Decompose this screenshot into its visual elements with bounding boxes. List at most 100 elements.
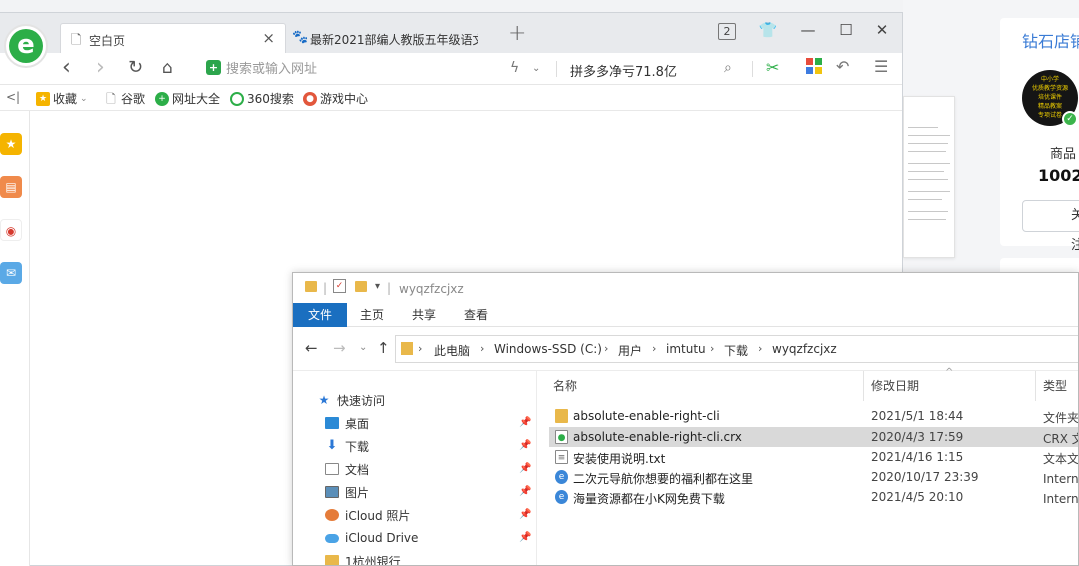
nav-item-icloud-photos[interactable]: iCloud 照片	[325, 504, 410, 526]
file-date: 2021/4/5 20:10	[871, 490, 964, 504]
document-icon	[325, 463, 339, 475]
folder-icon	[401, 342, 413, 355]
address-bar[interactable]: +	[204, 57, 494, 81]
bookmarks-toggle[interactable]: <|	[6, 90, 20, 104]
maximize-button[interactable]: ☐	[836, 21, 856, 39]
column-header-date[interactable]: 修改日期	[871, 377, 919, 394]
shop-goods-count: 10020	[1038, 166, 1079, 185]
lightning-icon[interactable]: ϟ	[510, 60, 519, 76]
paw-icon: 🐾	[292, 30, 309, 45]
table-row[interactable]: ● absolute-enable-right-cli.crx 2020/4/3…	[549, 427, 1078, 447]
recent-locations-button[interactable]: ⌄	[359, 342, 367, 353]
minimize-button[interactable]: —	[798, 21, 818, 39]
internet-shortcut-icon: e	[555, 490, 568, 504]
new-folder-icon[interactable]	[355, 281, 367, 292]
pin-icon[interactable]: 📌	[519, 417, 531, 428]
bookmarks-bar: <| ★ 收藏 ⌄ 🗋 谷歌 + 网址大全 360搜索 ● 游戏中心	[0, 85, 902, 111]
bookmark-url-directory[interactable]: + 网址大全	[155, 90, 220, 107]
home-button[interactable]: ⌂	[162, 56, 173, 80]
nav-item-icloud-drive[interactable]: iCloud Drive	[325, 527, 418, 549]
column-header-type[interactable]: 类型	[1043, 377, 1067, 394]
table-row[interactable]: e 海量资源都在小K网免费下载 2021/4/5 20:10 Internet …	[549, 487, 1078, 507]
table-row[interactable]: ≡ 安装使用说明.txt 2021/4/16 1:15 文本文档	[549, 447, 1079, 467]
address-input[interactable]	[226, 57, 486, 81]
pin-icon[interactable]: 📌	[519, 509, 531, 520]
table-row[interactable]: absolute-enable-right-cli 2021/5/1 18:44…	[549, 406, 1078, 426]
hot-search-text[interactable]: 拼多多净亏71.8亿	[570, 61, 677, 80]
document-thumbnail[interactable]	[903, 96, 955, 258]
tab-file[interactable]: 文件	[293, 303, 347, 327]
up-button[interactable]: ↑	[377, 339, 390, 357]
pin-icon[interactable]: 📌	[519, 532, 531, 543]
column-divider[interactable]	[1035, 371, 1036, 401]
breadcrumb-users[interactable]: 用户	[618, 342, 642, 359]
new-tab-button[interactable]: +	[508, 21, 526, 46]
breadcrumb-this-pc[interactable]: 此电脑	[434, 342, 470, 359]
back-button[interactable]: ←	[305, 339, 318, 357]
sort-ascending-icon: ^	[945, 367, 954, 378]
undo-icon[interactable]: ↶	[836, 57, 849, 76]
divider: |	[387, 281, 392, 295]
apps-grid-icon[interactable]	[806, 58, 822, 78]
nav-item-pictures[interactable]: 图片	[325, 481, 369, 503]
notes-icon[interactable]: ▤	[0, 176, 22, 198]
tab-share[interactable]: 共享	[401, 303, 447, 327]
navigation-pane: ★ 快速访问 桌面 📌 ⬇ 下载 📌 文档 📌 图片 📌 iCloud 照片 📌	[293, 371, 537, 565]
star-icon[interactable]: ★	[0, 133, 22, 155]
file-type: Internet 快捷方式	[1043, 472, 1079, 486]
back-button[interactable]: ‹	[62, 56, 71, 80]
nav-item-downloads[interactable]: ⬇ 下载	[325, 435, 369, 457]
pin-icon[interactable]: 📌	[519, 486, 531, 497]
icloud-photos-icon	[325, 509, 339, 521]
bookmark-360-search[interactable]: 360搜索	[230, 90, 294, 107]
pin-icon[interactable]: 📌	[519, 463, 531, 474]
forward-button[interactable]: ›	[96, 56, 105, 80]
close-window-button[interactable]: ✕	[872, 21, 892, 39]
breadcrumb-user[interactable]: imtutu	[666, 342, 706, 356]
chevron-down-icon[interactable]: ⌄	[532, 63, 540, 74]
tab-article[interactable]: 🐾 最新2021部编人教版五年级语文	[286, 23, 506, 53]
nav-item-desktop[interactable]: 桌面	[325, 412, 369, 434]
nav-label: 快速访问	[337, 393, 386, 408]
path-bar[interactable]: › 此电脑 › Windows-SSD (C:) › 用户 › imtutu ›…	[395, 335, 1078, 363]
bookmark-label: 360搜索	[247, 92, 294, 106]
quick-access[interactable]: ★ 快速访问	[317, 389, 385, 411]
breadcrumb-drive[interactable]: Windows-SSD (C:)	[494, 342, 602, 356]
bookmark-game-center[interactable]: ● 游戏中心	[303, 90, 368, 107]
reload-button[interactable]: ↻	[128, 56, 143, 80]
explorer-title: wyqzfzcjxz	[399, 282, 464, 296]
tab-view[interactable]: 查看	[453, 303, 499, 327]
menu-icon[interactable]: ☰	[874, 57, 888, 76]
mail-icon[interactable]: ✉	[0, 262, 22, 284]
forward-button[interactable]: →	[333, 339, 346, 357]
properties-icon[interactable]: ✓	[333, 279, 346, 293]
bookmark-label: 网址大全	[172, 92, 221, 106]
nav-item-bank-folder[interactable]: 1杭州银行	[325, 550, 401, 565]
follow-button[interactable]: 关注	[1022, 200, 1079, 253]
shop-goods-label: 商品	[1050, 147, 1077, 162]
tab-home[interactable]: 主页	[349, 303, 395, 327]
weibo-icon[interactable]: ◉	[0, 219, 22, 241]
file-name: 海量资源都在小K网免费下载	[573, 492, 725, 506]
breadcrumb-current-folder[interactable]: wyqzfzcjxz	[772, 342, 837, 356]
close-icon[interactable]: ×	[262, 29, 275, 47]
bookmark-google[interactable]: 🗋 谷歌	[104, 90, 145, 107]
customize-toolbar-icon[interactable]: ▾	[375, 281, 380, 292]
file-type: 文本文档	[1043, 452, 1079, 466]
breadcrumb-downloads[interactable]: 下载	[724, 342, 748, 359]
avatar-text: 精品教案	[1037, 103, 1062, 110]
scissors-icon[interactable]: ✂	[766, 58, 779, 77]
search-icon[interactable]: ⌕	[724, 60, 732, 76]
column-divider[interactable]	[863, 371, 864, 401]
tab-blank-page[interactable]: 🗋 空白页 ×	[60, 23, 286, 53]
tab-count-badge[interactable]: 2	[718, 23, 736, 40]
bookmark-label: 收藏	[53, 92, 78, 106]
table-row[interactable]: e 二次元导航你想要的福利都在这里 2020/10/17 23:39 Inter…	[549, 467, 1079, 487]
nav-label: 图片	[345, 485, 370, 500]
nav-item-documents[interactable]: 文档	[325, 458, 369, 480]
bookmark-favorites[interactable]: ★ 收藏 ⌄	[36, 90, 88, 107]
pin-icon[interactable]: 📌	[519, 440, 531, 451]
column-header-name[interactable]: 名称	[553, 377, 577, 394]
shirt-icon[interactable]: 👕	[758, 21, 778, 39]
search-icon	[230, 91, 244, 106]
